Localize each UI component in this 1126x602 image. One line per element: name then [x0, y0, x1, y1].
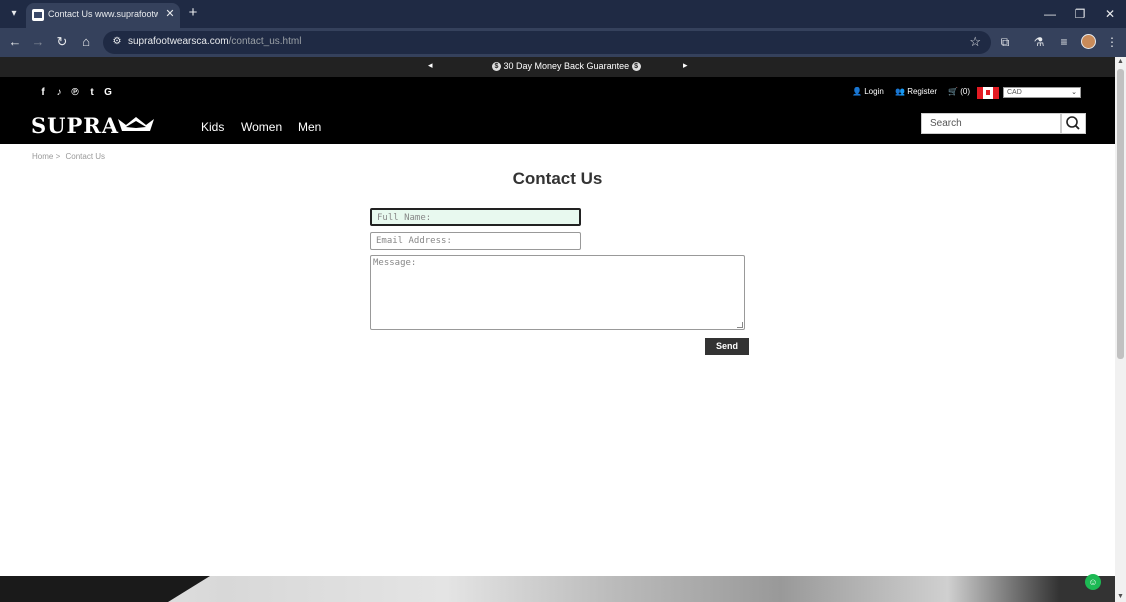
tab-title: Contact Us www.suprafootwear — [48, 9, 158, 19]
breadcrumb-home[interactable]: Home — [32, 152, 53, 161]
window-close-icon[interactable]: ✕ — [1100, 4, 1120, 24]
breadcrumb: Home > Contact Us — [32, 152, 105, 161]
currency-select[interactable]: CAD ⌄ — [1003, 87, 1081, 98]
profile-avatar[interactable] — [1081, 34, 1096, 49]
new-tab-icon[interactable]: + — [186, 5, 200, 21]
nav-women[interactable]: Women — [241, 120, 282, 134]
breadcrumb-current: Contact Us — [65, 152, 106, 161]
address-bar[interactable]: ⚙ suprafootwearsca.com/contact_us.html ☆ — [103, 31, 991, 54]
restore-icon[interactable]: ❐ — [1070, 4, 1090, 24]
back-icon[interactable]: ← — [6, 33, 24, 51]
canada-flag-icon — [977, 87, 999, 99]
site-info-icon[interactable]: ⚙ — [111, 36, 123, 48]
scroll-thumb[interactable] — [1117, 69, 1124, 359]
site-logo[interactable]: SUPRA — [31, 113, 119, 138]
user-icon: 👤 — [852, 87, 862, 96]
minimize-icon[interactable]: — — [1040, 4, 1060, 24]
message-field[interactable]: Message: — [370, 255, 745, 330]
search-input[interactable]: Search — [921, 113, 1061, 134]
scroll-up-icon[interactable]: ▲ — [1115, 57, 1126, 67]
currency-value: CAD — [1007, 89, 1022, 96]
pinterest-icon[interactable]: ℗ — [69, 87, 81, 99]
browser-tab-bar: ▾ Contact Us www.suprafootwear ✕ + — ❐ ✕ — [0, 0, 1126, 28]
footer-image-shadow — [0, 576, 210, 602]
google-icon[interactable]: G — [102, 87, 114, 99]
tumblr-icon[interactable]: t — [86, 87, 98, 99]
register-link[interactable]: 👥 Register — [895, 87, 937, 96]
promo-bar: ◂ $ 30 Day Money Back Guarantee $ ▸ — [0, 57, 1115, 77]
dollar-icon: $ — [631, 62, 641, 72]
cart-icon: 🛒 — [948, 87, 958, 96]
crown-logo-icon — [118, 117, 154, 131]
email-field[interactable]: Email Address: — [370, 232, 581, 250]
bookmark-star-icon[interactable]: ☆ — [969, 34, 981, 50]
dollar-icon: $ — [492, 62, 501, 72]
favicon-icon — [32, 9, 44, 21]
cart-count: (0) — [960, 87, 970, 96]
nav-kids[interactable]: Kids — [201, 120, 224, 134]
forward-icon[interactable]: → — [29, 33, 47, 51]
promo-message: $ 30 Day Money Back Guarantee $ — [492, 61, 641, 72]
nav-men[interactable]: Men — [298, 120, 321, 134]
promo-text: 30 Day Money Back Guarantee — [503, 61, 630, 71]
site-header: f ♪ ℗ t G 👤 Login 👥 Register 🛒 (0) CAD ⌄… — [0, 77, 1115, 144]
search-icon — [1066, 116, 1080, 130]
promo-next-icon[interactable]: ▸ — [683, 60, 688, 71]
chat-icon[interactable]: ☺ — [1085, 574, 1101, 590]
media-icon[interactable]: ≡ — [1056, 34, 1072, 50]
home-icon[interactable]: ⌂ — [77, 33, 95, 51]
browser-menu-icon[interactable]: ⋮ — [1104, 34, 1120, 50]
add-user-icon: 👥 — [895, 87, 905, 96]
extensions-icon[interactable]: ⧉ — [997, 34, 1013, 50]
login-link[interactable]: 👤 Login — [852, 87, 884, 96]
close-tab-icon[interactable]: ✕ — [164, 7, 176, 20]
login-label: Login — [864, 87, 884, 96]
chevron-down-icon: ⌄ — [1071, 89, 1077, 96]
url-host: suprafootwearsca.com — [128, 36, 229, 47]
message-placeholder: Message: — [373, 258, 417, 268]
footer-banner-image — [0, 576, 1115, 602]
browser-tab[interactable]: Contact Us www.suprafootwear ✕ — [26, 3, 180, 28]
breadcrumb-separator: > — [55, 152, 61, 161]
search-button[interactable] — [1061, 113, 1086, 134]
scroll-down-icon[interactable]: ▼ — [1115, 592, 1126, 602]
lab-icon[interactable]: ⚗ — [1031, 34, 1047, 50]
page-scrollbar[interactable]: ▲ ▼ — [1115, 57, 1126, 602]
facebook-icon[interactable]: f — [37, 87, 49, 99]
url-text[interactable]: suprafootwearsca.com/contact_us.html — [128, 36, 301, 47]
resize-handle[interactable] — [737, 322, 743, 328]
url-path: /contact_us.html — [228, 36, 302, 47]
send-button[interactable]: Send — [705, 338, 749, 355]
full-name-field[interactable]: Full Name: — [370, 208, 581, 226]
register-label: Register — [907, 87, 937, 96]
tab-search-icon[interactable]: ▾ — [6, 6, 22, 22]
cart-link[interactable]: 🛒 (0) — [948, 87, 970, 96]
twitter-icon[interactable]: ♪ — [53, 87, 65, 99]
reload-icon[interactable]: ↻ — [53, 33, 71, 51]
browser-toolbar: ← → ↻ ⌂ ⚙ suprafootwearsca.com/contact_u… — [0, 28, 1126, 57]
promo-prev-icon[interactable]: ◂ — [428, 60, 433, 71]
page-viewport: ◂ $ 30 Day Money Back Guarantee $ ▸ f ♪ … — [0, 57, 1115, 602]
page-title: Contact Us — [512, 169, 603, 188]
